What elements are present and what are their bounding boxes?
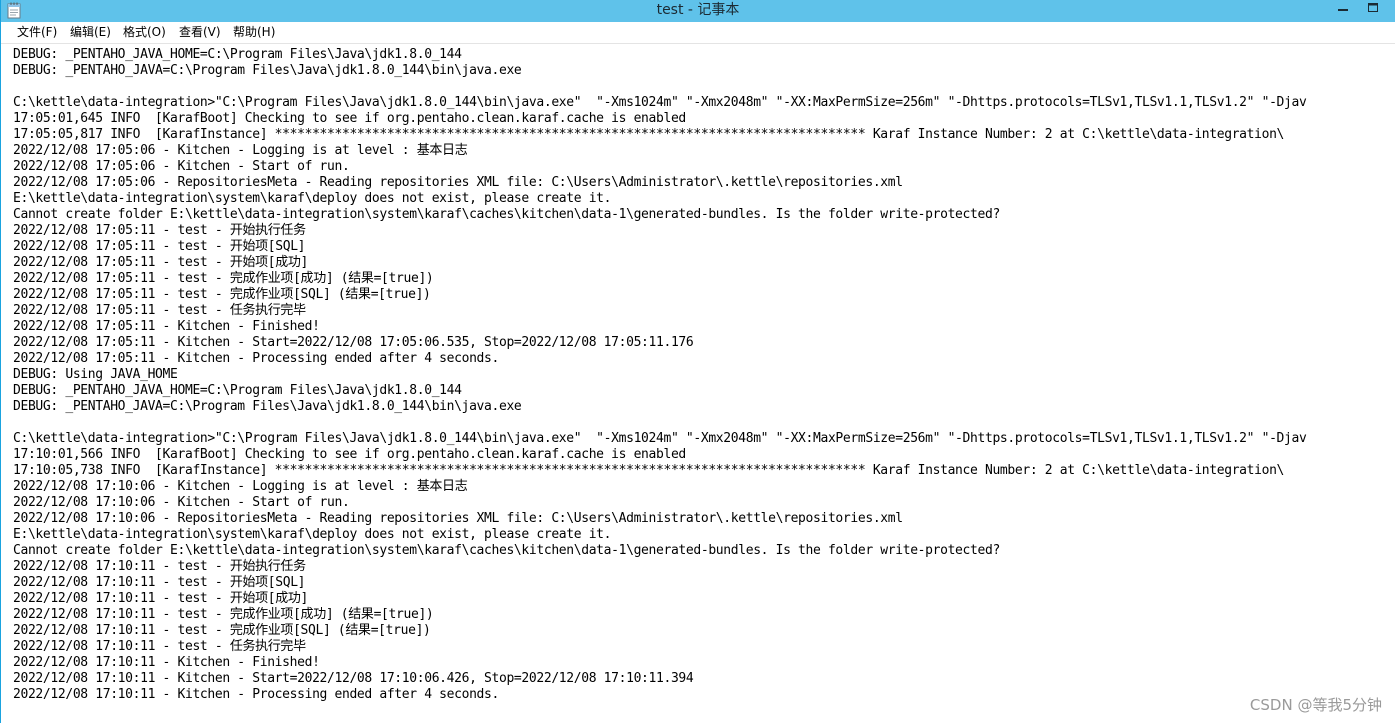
text-line: 17:10:01,566 INFO [KarafBoot] Checking t… [13, 447, 686, 462]
text-line: Cannot create folder E:\kettle\data-inte… [13, 207, 1000, 222]
text-line: 2022/12/08 17:05:11 - Kitchen - Start=20… [13, 335, 694, 350]
text-line: 2022/12/08 17:05:11 - test - 完成作业项[成功] (… [13, 271, 434, 286]
text-line: 2022/12/08 17:10:11 - Kitchen - Finished… [13, 655, 320, 670]
text-line: E:\kettle\data-integration\system\karaf\… [13, 527, 612, 542]
text-line: 17:05:05,817 INFO [KarafInstance] ******… [13, 127, 1285, 142]
text-line [13, 79, 1306, 95]
text-line: DEBUG: Using JAVA_HOME [13, 367, 178, 382]
title-bar[interactable]: test - 记事本 [1, 0, 1395, 22]
text-line: 2022/12/08 17:05:11 - test - 开始项[成功] [13, 255, 309, 270]
text-line: 2022/12/08 17:05:11 - test - 开始项[SQL] [13, 239, 306, 254]
text-line: 2022/12/08 17:10:06 - RepositoriesMeta -… [13, 511, 903, 526]
text-line: 2022/12/08 17:05:06 - RepositoriesMeta -… [13, 175, 903, 190]
text-line: 2022/12/08 17:05:06 - Kitchen - Logging … [13, 143, 468, 158]
text-line: 2022/12/08 17:10:06 - Kitchen - Start of… [13, 495, 350, 510]
text-line: C:\kettle\data-integration>"C:\Program F… [13, 431, 1307, 446]
minimize-icon [1338, 9, 1348, 11]
text-line: C:\kettle\data-integration>"C:\Program F… [13, 95, 1307, 110]
text-line: 2022/12/08 17:10:11 - test - 开始项[成功] [13, 591, 309, 606]
window-title: test - 记事本 [656, 2, 740, 18]
text-line: 2022/12/08 17:05:11 - Kitchen - Finished… [13, 319, 320, 334]
notepad-window: test - 记事本 文件(F) 编辑(E) 格式(O) 查看(V) 帮助(H)… [0, 0, 1395, 723]
maximize-icon [1368, 3, 1378, 12]
text-line: 2022/12/08 17:10:06 - Kitchen - Logging … [13, 479, 468, 494]
text-line: 2022/12/08 17:10:11 - Kitchen - Processi… [13, 687, 499, 702]
text-line: DEBUG: _PENTAHO_JAVA_HOME=C:\Program Fil… [13, 47, 462, 62]
menu-help[interactable]: 帮助(H) [229, 22, 279, 43]
text-line: 17:10:05,738 INFO [KarafInstance] ******… [13, 463, 1285, 478]
text-line: 2022/12/08 17:05:06 - Kitchen - Start of… [13, 159, 350, 174]
text-line: 2022/12/08 17:10:11 - test - 完成作业项[成功] (… [13, 607, 434, 622]
text-line: 2022/12/08 17:05:11 - test - 任务执行完毕 [13, 303, 306, 318]
menu-bar: 文件(F) 编辑(E) 格式(O) 查看(V) 帮助(H) [1, 22, 1395, 44]
text-line: DEBUG: _PENTAHO_JAVA=C:\Program Files\Ja… [13, 399, 522, 414]
text-line [13, 415, 1306, 431]
watermark: CSDN @等我5分钟 [1249, 696, 1382, 714]
minimize-button[interactable] [1328, 0, 1358, 18]
text-line: DEBUG: _PENTAHO_JAVA=C:\Program Files\Ja… [13, 63, 522, 78]
text-line: 2022/12/08 17:10:11 - test - 开始项[SQL] [13, 575, 306, 590]
text-line: 2022/12/08 17:10:11 - Kitchen - Start=20… [13, 671, 694, 686]
maximize-button[interactable] [1358, 0, 1388, 18]
text-editor[interactable]: DEBUG: _PENTAHO_JAVA_HOME=C:\Program Fil… [1, 44, 1395, 723]
text-line: 2022/12/08 17:10:11 - test - 开始执行任务 [13, 559, 306, 574]
menu-edit[interactable]: 编辑(E) [66, 22, 115, 43]
text-line: 2022/12/08 17:10:11 - test - 完成作业项[SQL] … [13, 623, 431, 638]
text-line: 2022/12/08 17:05:11 - Kitchen - Processi… [13, 351, 499, 366]
text-line: E:\kettle\data-integration\system\karaf\… [13, 191, 612, 206]
text-line: DEBUG: _PENTAHO_JAVA_HOME=C:\Program Fil… [13, 383, 462, 398]
menu-file[interactable]: 文件(F) [13, 22, 61, 43]
menu-format[interactable]: 格式(O) [119, 22, 170, 43]
editor-content: DEBUG: _PENTAHO_JAVA_HOME=C:\Program Fil… [13, 47, 1307, 703]
text-line: 2022/12/08 17:05:11 - test - 完成作业项[SQL] … [13, 287, 431, 302]
menu-view[interactable]: 查看(V) [175, 22, 225, 43]
text-line: 2022/12/08 17:05:11 - test - 开始执行任务 [13, 223, 306, 238]
text-line: Cannot create folder E:\kettle\data-inte… [13, 543, 1000, 558]
text-line: 2022/12/08 17:10:11 - test - 任务执行完毕 [13, 639, 306, 654]
text-line: 17:05:01,645 INFO [KarafBoot] Checking t… [13, 111, 686, 126]
